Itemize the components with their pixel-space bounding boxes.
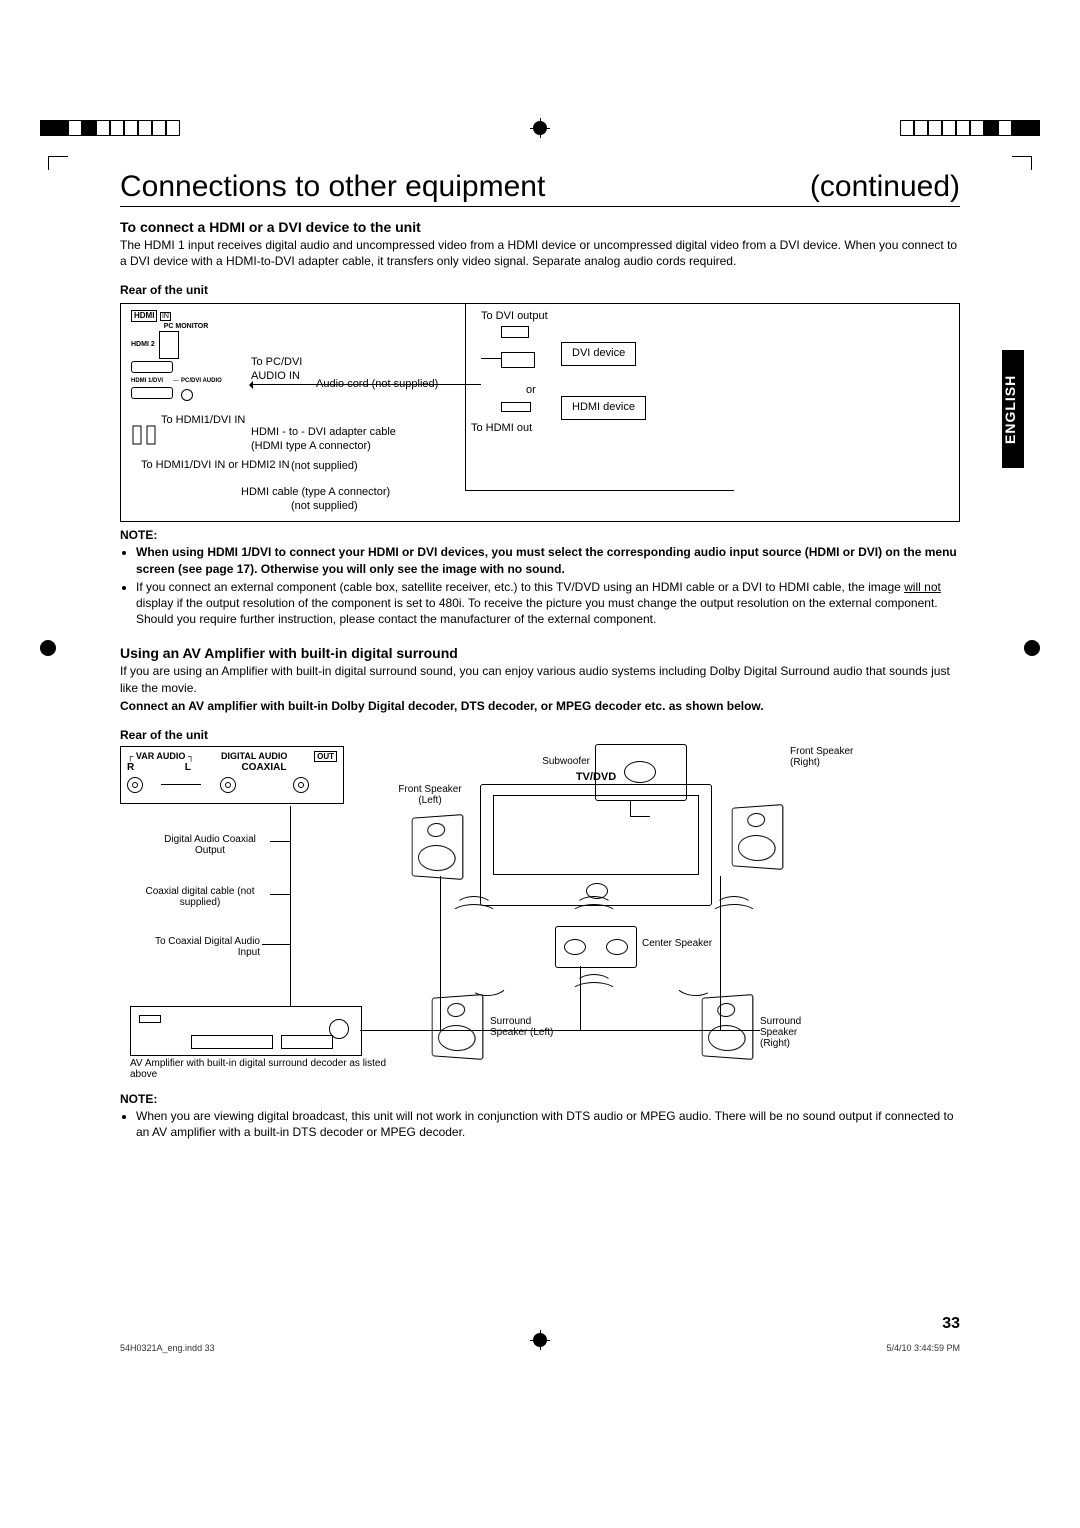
page-continued: (continued) bbox=[810, 170, 960, 204]
to-coax-input-label: To Coaxial Digital Audio Input bbox=[150, 936, 260, 958]
crop-corner bbox=[1012, 156, 1032, 170]
note-block-2: NOTE: When you are viewing digital broad… bbox=[120, 1092, 960, 1140]
front-right-label: Front Speaker (Right) bbox=[790, 746, 860, 768]
coax-cable-label: Coaxial digital cable (not supplied) bbox=[130, 886, 270, 908]
note-item: When you are viewing digital broadcast, … bbox=[136, 1108, 960, 1140]
not-supplied-label-2: (not supplied) bbox=[291, 500, 358, 513]
section-hdmi-intro: The HDMI 1 input receives digital audio … bbox=[120, 237, 960, 269]
footer-timestamp: 5/4/10 3:44:59 PM bbox=[886, 1343, 960, 1353]
surround-right-label: Surround Speaker (Right) bbox=[760, 1016, 830, 1049]
adapter-cable-label: HDMI - to - DVI adapter cable (HDMI type… bbox=[251, 426, 396, 452]
rear-of-unit-label-1: Rear of the unit bbox=[120, 283, 960, 297]
front-left-speaker-icon bbox=[412, 814, 464, 880]
digital-audio-out-label: Digital Audio Coaxial Output bbox=[150, 834, 270, 856]
in-badge: IN bbox=[160, 312, 171, 321]
av-amplifier-box bbox=[130, 1006, 362, 1056]
registration-mark-bottom bbox=[530, 1330, 550, 1350]
pc-monitor-label: PC MONITOR bbox=[131, 323, 241, 331]
registration-mark-left bbox=[40, 640, 56, 656]
hdmi1-dvi-label: HDMI 1/DVI bbox=[131, 378, 171, 385]
section-av-heading: Using an AV Amplifier with built-in digi… bbox=[120, 645, 960, 661]
registration-mark-right bbox=[1024, 640, 1040, 656]
tv-port-panel: HDMI IN PC MONITOR HDMI 2 HDMI 1/DVI — P… bbox=[131, 310, 241, 404]
footer-file: 54H0321A_eng.indd 33 bbox=[120, 1343, 215, 1353]
subwoofer-label: Subwoofer bbox=[515, 756, 590, 767]
note-heading-2: NOTE: bbox=[120, 1092, 960, 1106]
front-right-speaker-icon bbox=[732, 804, 784, 870]
page-number: 33 bbox=[942, 1315, 960, 1333]
audio-out-panel: ┌ VAR AUDIO ┐ DIGITAL AUDIO OUT R L COAX… bbox=[120, 746, 344, 804]
front-left-label: Front Speaker (Left) bbox=[390, 784, 470, 806]
amp-caption: AV Amplifier with built-in digital surro… bbox=[130, 1058, 390, 1080]
rear-of-unit-label-2: Rear of the unit bbox=[120, 728, 960, 742]
note-block-1: NOTE: When using HDMI 1/DVI to connect y… bbox=[120, 528, 960, 627]
not-supplied-label-1: (not supplied) bbox=[291, 460, 358, 473]
note-heading-1: NOTE: bbox=[120, 528, 960, 542]
pc-dvi-audio-label: PC/DVI AUDIO bbox=[181, 378, 222, 385]
surround-left-label: Surround Speaker (Left) bbox=[490, 1016, 570, 1038]
section-av-bold: Connect an AV amplifier with built-in Do… bbox=[120, 698, 960, 714]
center-label: Center Speaker bbox=[642, 938, 712, 949]
language-tab: ENGLISH bbox=[1002, 350, 1024, 468]
page-title: Connections to other equipment bbox=[120, 170, 545, 204]
center-speaker-icon bbox=[555, 926, 637, 968]
section-av-intro: If you are using an Amplifier with built… bbox=[120, 663, 960, 695]
to-hdmi1-dvi-in-label: To HDMI1/DVI IN bbox=[161, 414, 245, 427]
to-pc-dvi-label: To PC/DVI AUDIO IN bbox=[251, 356, 302, 382]
hdmi-cable-label: HDMI cable (type A connector) bbox=[241, 486, 390, 499]
hdmi-logo: HDMI bbox=[131, 310, 157, 322]
av-amplifier-diagram: ┌ VAR AUDIO ┐ DIGITAL AUDIO OUT R L COAX… bbox=[120, 746, 960, 1086]
hdmi-connection-diagram: HDMI IN PC MONITOR HDMI 2 HDMI 1/DVI — P… bbox=[120, 303, 960, 522]
surround-right-speaker-icon bbox=[702, 994, 754, 1060]
to-hdmi1-or-2-label: To HDMI1/DVI IN or HDMI2 IN bbox=[141, 459, 290, 472]
crop-corner bbox=[48, 156, 68, 170]
note-item: When using HDMI 1/DVI to connect your HD… bbox=[136, 544, 960, 576]
rca-plug-icon bbox=[131, 424, 161, 448]
note-item: If you connect an external component (ca… bbox=[136, 579, 960, 628]
hdmi2-label: HDMI 2 bbox=[131, 341, 155, 349]
subwoofer-icon bbox=[595, 744, 687, 801]
tv-dvd-unit: TV/DVD bbox=[480, 784, 712, 906]
section-hdmi-heading: To connect a HDMI or a DVI device to the… bbox=[120, 219, 960, 235]
page-title-row: Connections to other equipment (continue… bbox=[120, 170, 960, 207]
registration-mark-top bbox=[530, 118, 550, 138]
